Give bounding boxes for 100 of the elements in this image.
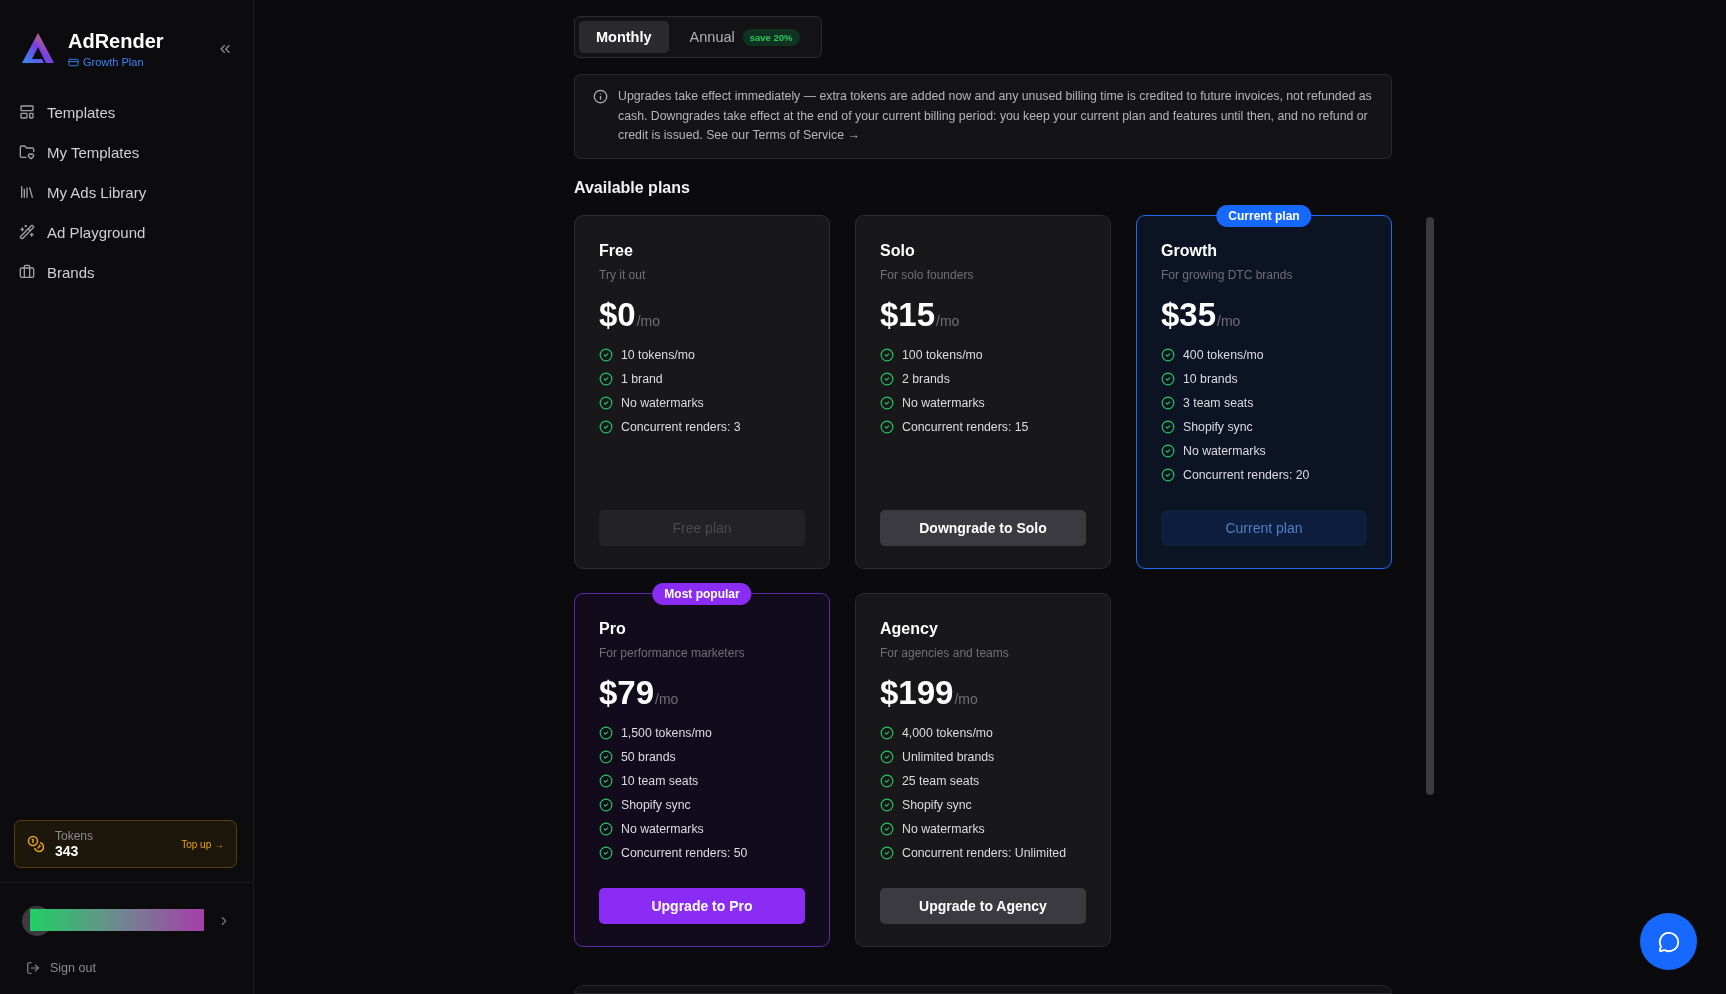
check-icon — [599, 845, 613, 860]
plan-price: $0 — [599, 295, 636, 334]
nav-item[interactable]: Ad Playground — [14, 214, 239, 250]
feature-text: 25 team seats — [902, 773, 980, 788]
feature-text: 1,500 tokens/mo — [621, 725, 712, 740]
tokens-count: 343 — [55, 843, 80, 859]
plan-tagline: For agencies and teams — [880, 645, 1010, 660]
feature-text: Shopify sync — [902, 797, 972, 812]
plan-label: Growth Plan — [68, 56, 205, 68]
scrollbar[interactable] — [1426, 217, 1434, 795]
feature-text: Concurrent renders: 50 — [621, 845, 748, 860]
feature-text: 400 tokens/mo — [1183, 347, 1264, 362]
folder-heart-icon — [19, 144, 35, 160]
price-period: /mo — [655, 690, 679, 707]
discount-tag: save 20% — [742, 28, 800, 46]
section-title: Available plans — [574, 178, 691, 197]
plan-price: $199 — [880, 673, 954, 712]
briefcase-icon — [19, 264, 35, 280]
chat-bubble-icon — [1657, 930, 1680, 953]
feature-text: No watermarks — [902, 395, 985, 410]
nav-item[interactable]: My Ads Library — [14, 174, 239, 210]
feature-text: 100 tokens/mo — [902, 347, 983, 362]
info-icon — [593, 89, 608, 104]
check-icon — [599, 725, 613, 740]
check-icon — [880, 371, 894, 386]
plan-tagline: For solo founders — [880, 267, 975, 282]
feature-text: No watermarks — [621, 821, 704, 836]
feature-text: Concurrent renders: 15 — [902, 419, 1029, 434]
feature-text: No watermarks — [621, 395, 704, 410]
feature-text: Unlimited brands — [902, 749, 995, 764]
check-icon — [599, 797, 613, 812]
check-icon — [1161, 443, 1175, 458]
nav-item[interactable]: Templates — [14, 94, 239, 130]
check-icon — [599, 749, 613, 764]
layout-icon — [19, 104, 35, 120]
check-icon — [599, 773, 613, 788]
feature-text: 50 brands — [621, 749, 676, 764]
check-icon — [1161, 395, 1175, 410]
feature-text: 3 team seats — [1183, 395, 1254, 410]
price-period: /mo — [954, 690, 978, 707]
check-icon — [880, 419, 894, 434]
price-period: /mo — [936, 312, 960, 329]
nav-item[interactable]: My Templates — [14, 134, 239, 170]
plan-button[interactable]: Current plan — [1161, 509, 1367, 546]
feature-text: No watermarks — [1183, 443, 1266, 458]
check-icon — [599, 821, 613, 836]
magic-wand-icon — [19, 224, 35, 240]
plan-price: $35 — [1161, 295, 1217, 334]
feature-text: 10 brands — [1183, 371, 1238, 386]
check-icon — [599, 347, 613, 362]
plan-name: Pro — [599, 619, 627, 638]
billing-tab[interactable]: Monthly — [579, 21, 669, 53]
check-icon — [880, 845, 894, 860]
notice-text: Upgrades take effect immediately — extra tokens are added now and any unused billing time is credited to future invoices, not refunded as cash. Downgrades take effect at the end of your current billing period: you keep your current plan and features until then, and no refund or credit is issued. See our Terms of Service → — [618, 88, 1373, 144]
card-icon — [68, 56, 79, 68]
check-icon — [1161, 347, 1175, 362]
check-icon — [880, 821, 894, 836]
check-icon — [1161, 419, 1175, 434]
check-icon — [599, 395, 613, 410]
sign-out-link[interactable]: Sign out — [0, 958, 253, 994]
plan-button[interactable]: Upgrade to Agency — [880, 887, 1086, 924]
billing-tab[interactable]: Annual save 20% — [672, 21, 817, 53]
check-icon — [880, 797, 894, 812]
nav-item[interactable]: Brands — [14, 254, 239, 290]
plan-name: Growth — [1161, 241, 1218, 260]
brand-name: AdRender — [68, 30, 165, 53]
feature-text: Concurrent renders: 3 — [621, 419, 741, 434]
feature-text: Shopify sync — [1183, 419, 1253, 434]
coins-icon — [27, 835, 45, 853]
price-period: /mo — [636, 312, 661, 329]
feature-text: 2 brands — [902, 371, 950, 386]
check-icon — [880, 395, 894, 410]
plan-price: $79 — [599, 673, 655, 712]
plan-price: $15 — [880, 295, 936, 334]
plan-name: Solo — [880, 241, 916, 260]
check-icon — [880, 749, 894, 764]
feature-text: 10 tokens/mo — [621, 347, 695, 362]
plan-tagline: For growing DTC brands — [1161, 267, 1294, 282]
feature-text: 10 team seats — [621, 773, 699, 788]
plan-tagline: For performance marketers — [599, 645, 746, 660]
check-icon — [880, 725, 894, 740]
plan-button[interactable]: Downgrade to Solo — [880, 509, 1086, 546]
check-icon — [880, 773, 894, 788]
plan-badge: Current plan — [1216, 204, 1312, 227]
plan-button[interactable]: Upgrade to Pro — [599, 887, 805, 924]
plan-name: Agency — [880, 619, 939, 638]
check-icon — [1161, 371, 1175, 386]
price-period: /mo — [1217, 312, 1241, 329]
tokens-label: Tokens — [55, 829, 95, 843]
library-icon — [19, 184, 35, 200]
feature-text: 4,000 tokens/mo — [902, 725, 993, 740]
plan-badge: Most popular — [652, 582, 752, 605]
feature-text: Shopify sync — [621, 797, 691, 812]
top-up-link[interactable]: Top up → — [181, 838, 224, 850]
check-icon — [599, 371, 613, 386]
check-icon — [880, 347, 894, 362]
plan-name: Free — [599, 241, 634, 260]
chat-button[interactable] — [1640, 913, 1697, 970]
feature-text: 1 brand — [621, 371, 663, 386]
feature-text: No watermarks — [902, 821, 985, 836]
